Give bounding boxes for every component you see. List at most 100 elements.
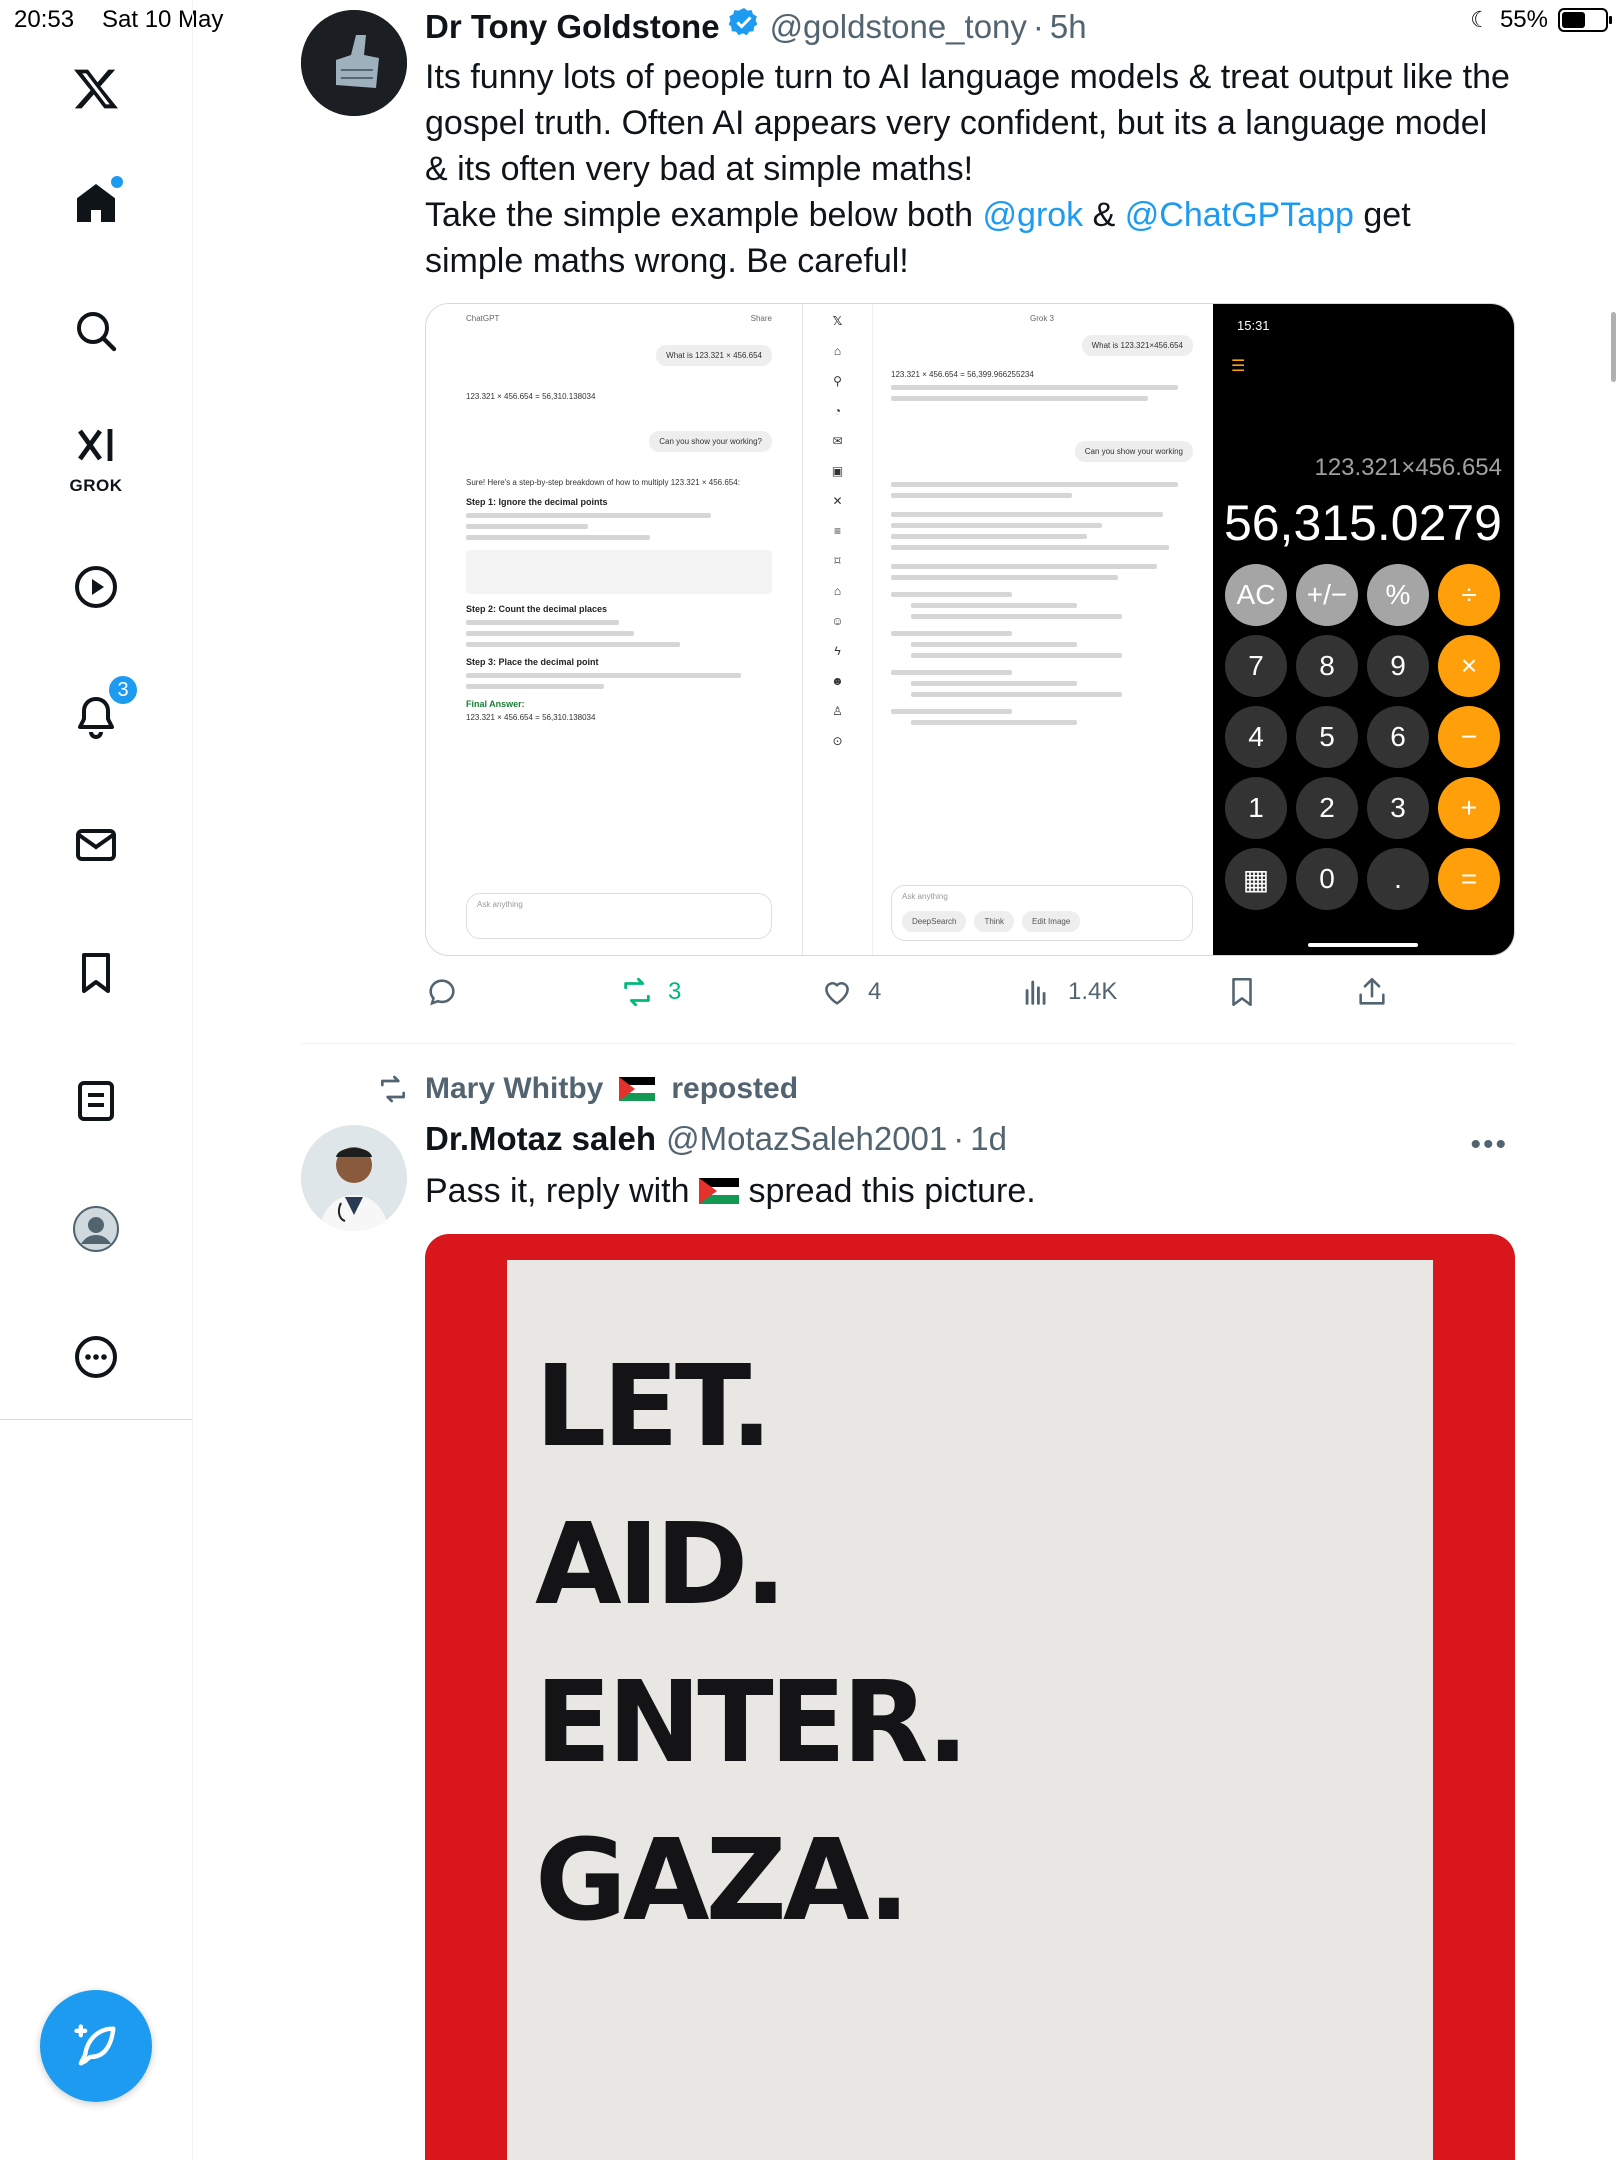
- bookmarks-icon[interactable]: [59, 936, 133, 1010]
- poster-canvas: LET. AID. ENTER. GAZA.: [507, 1260, 1433, 2160]
- share-icon: [1359, 977, 1385, 1005]
- compose-feather-icon: [74, 2024, 116, 2066]
- scrollbar[interactable]: [1611, 312, 1616, 382]
- notifications-icon[interactable]: 3: [59, 674, 139, 754]
- calc-key: ×: [1438, 635, 1500, 697]
- home-icon[interactable]: [59, 166, 133, 240]
- calc-key: +/−: [1296, 564, 1358, 626]
- palestine-flag-icon: [698, 1178, 739, 1204]
- heart-icon: [825, 982, 849, 1005]
- x-logo-icon[interactable]: [59, 52, 133, 126]
- text-placeholder: [891, 493, 1073, 498]
- mention-link-chatgpt[interactable]: @ChatGPTapp: [1125, 196, 1354, 234]
- tweet-divider: [301, 1043, 1515, 1044]
- calc-key: =: [1438, 848, 1500, 910]
- repost-by-name: Mary Whitby: [425, 1072, 604, 1105]
- tweet-header: Dr.Motaz saleh @MotazSaleh2001 · 1d: [425, 1120, 1007, 1158]
- poster-line-2: AID.: [535, 1500, 787, 1630]
- text-placeholder: [911, 653, 1123, 658]
- gpt-user-question-2: Can you show your working?: [649, 431, 772, 452]
- calc-key: AC: [1225, 564, 1287, 626]
- views-button[interactable]: 1.4K: [1020, 975, 1117, 1009]
- text-placeholder: [891, 631, 1012, 636]
- grok-input: Ask anything DeepSearch Think Edit Image: [891, 885, 1193, 941]
- gpt-input-placeholder: Ask anything: [477, 900, 523, 909]
- compose-post-button[interactable]: [40, 1990, 152, 2102]
- text-placeholder: [911, 692, 1123, 697]
- media-calculator-panel: 15:31 ☰ 123.321×456.654 56,315.0279 AC +/…: [1213, 304, 1514, 955]
- verified-badge-icon: [728, 8, 758, 36]
- grok-edit-image: Edit Image: [1022, 911, 1081, 932]
- search-icon: ⚲: [833, 374, 842, 388]
- grok-chat: Grok 3 What is 123.321×456.654 123.321 ×…: [873, 304, 1213, 955]
- tweet-header: Dr Tony Goldstone @goldstone_tony · 5h: [425, 6, 1087, 46]
- grok-label: GROK: [69, 476, 123, 495]
- calc-key: 0: [1296, 848, 1358, 910]
- mention-link-grok[interactable]: @grok: [983, 196, 1084, 234]
- profile-avatar-icon[interactable]: [59, 1192, 133, 1266]
- poster-line-4: GAZA.: [535, 1816, 910, 1946]
- battery-icon: [1558, 8, 1612, 32]
- calc-keypad: AC +/−% ÷ 7 8 9 × 4 5 6− 1 2 3 + ▦ 0. =: [1225, 564, 1500, 910]
- calc-key: 2: [1296, 777, 1358, 839]
- media-grok-panel: 𝕏 ⌂ ⚲ ◔ ✉ ▣ ✕ ≡ ⌑ ⌂ ☺ ϟ ☻ ♙ ⊙ Grok 3 Wha…: [803, 304, 1213, 955]
- search-icon[interactable]: [59, 294, 133, 368]
- gpt-step-3: Step 3: Place the decimal point: [466, 657, 599, 667]
- avatar[interactable]: [301, 10, 407, 116]
- text-placeholder: [911, 642, 1078, 647]
- grok-answer: 123.321 × 456.654 = 56,399.966255234: [891, 370, 1034, 379]
- tweet-time[interactable]: 1d: [970, 1120, 1007, 1158]
- views-icon: [1025, 980, 1046, 1005]
- calc-key: 4: [1225, 706, 1287, 768]
- calc-key: 1: [1225, 777, 1287, 839]
- author-handle[interactable]: @MotazSaleh2001: [666, 1120, 947, 1158]
- repost-button[interactable]: 3: [620, 975, 681, 1009]
- calc-key: .: [1367, 848, 1429, 910]
- messages-icon[interactable]: [59, 808, 133, 882]
- gpt-intro: Sure! Here's a step-by-step breakdown of…: [466, 478, 740, 487]
- briefcase-icon: ⌂: [833, 584, 842, 598]
- more-options-button[interactable]: •••: [1470, 1128, 1508, 1162]
- tweet-text: Its funny lots of people turn to AI lang…: [425, 54, 1515, 284]
- x-icon: ✕: [832, 494, 843, 508]
- grok-icon[interactable]: [59, 410, 133, 484]
- sidebar: GROK 3: [0, 0, 192, 1420]
- author-handle[interactable]: @goldstone_tony: [770, 8, 1027, 46]
- lists-icon[interactable]: [59, 1064, 133, 1138]
- tweet-media-image[interactable]: ChatGPT Share What is 123.321 × 456.654 …: [425, 303, 1515, 956]
- text-placeholder: [466, 513, 711, 518]
- calc-key: 6: [1367, 706, 1429, 768]
- x-logo-icon: 𝕏: [832, 314, 843, 328]
- reply-button[interactable]: [425, 975, 473, 1009]
- gpt-title: ChatGPT: [466, 314, 500, 323]
- timeline: Dr Tony Goldstone @goldstone_tony · 5h I…: [193, 0, 1518, 2160]
- text-placeholder: [891, 534, 1088, 539]
- bookmark-button[interactable]: [1225, 975, 1259, 1009]
- author-name[interactable]: Dr Tony Goldstone: [425, 8, 720, 46]
- tweet-media-image[interactable]: LET. AID. ENTER. GAZA.: [425, 1234, 1515, 2160]
- author-name[interactable]: Dr.Motaz saleh: [425, 1120, 656, 1158]
- calc-key: ÷: [1438, 564, 1500, 626]
- calc-key: %: [1367, 564, 1429, 626]
- repost-icon: [381, 1075, 405, 1103]
- gpt-final-value: 123.321 × 456.654 = 56,310.138034: [466, 713, 596, 722]
- more-options-icon[interactable]: [59, 1320, 133, 1394]
- gpt-input: Ask anything: [466, 893, 772, 939]
- like-button[interactable]: 4: [820, 975, 881, 1009]
- poster-line-3: ENTER.: [535, 1658, 969, 1788]
- text-placeholder: [466, 631, 635, 636]
- text-placeholder: [466, 673, 742, 678]
- tweet-time[interactable]: 5h: [1050, 8, 1087, 46]
- video-icon[interactable]: [59, 550, 133, 624]
- avatar[interactable]: [301, 1125, 407, 1231]
- repost-icon: [624, 977, 650, 1007]
- text-placeholder: [891, 545, 1169, 550]
- grok-user-question-2: Can you show your working: [1074, 441, 1193, 462]
- text-placeholder: [911, 681, 1078, 686]
- share-button[interactable]: [1355, 975, 1389, 1009]
- grok-rail: 𝕏 ⌂ ⚲ ◔ ✉ ▣ ✕ ≡ ⌑ ⌂ ☺ ϟ ☻ ♙ ⊙: [803, 304, 873, 955]
- poster-line-1: LET.: [535, 1342, 773, 1472]
- list-icon: ≡: [833, 524, 841, 538]
- repost-context[interactable]: Mary Whitby reposted: [377, 1072, 798, 1106]
- text-placeholder: [466, 620, 619, 625]
